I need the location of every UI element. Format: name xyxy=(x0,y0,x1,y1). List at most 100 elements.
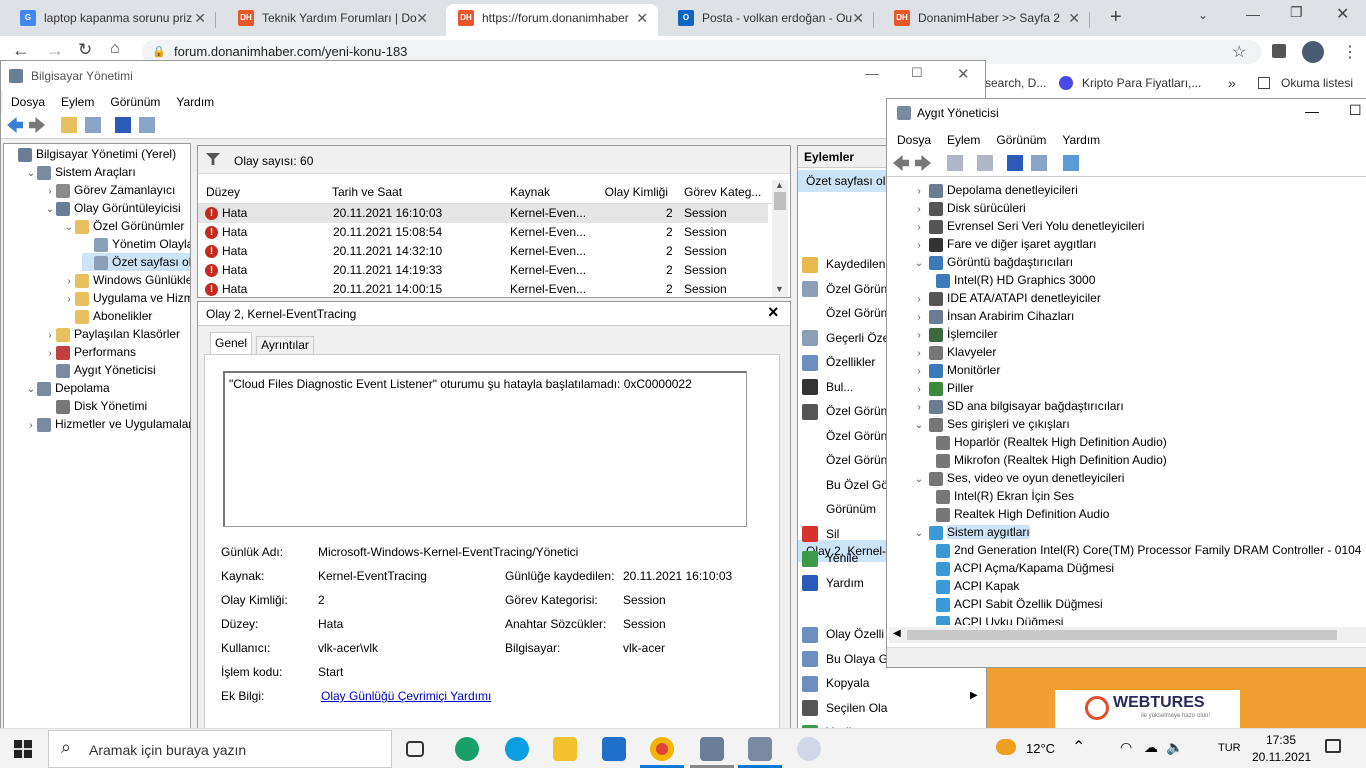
paint-icon[interactable] xyxy=(797,737,821,761)
back-icon[interactable]: ← xyxy=(12,40,30,61)
tree-item[interactable]: ⌄ Sistem Araçları xyxy=(25,163,136,181)
minimize-button[interactable]: — xyxy=(865,65,879,81)
show-hide-tree-icon[interactable] xyxy=(947,155,963,171)
table-row[interactable]: ! Hata 20.11.2021 14:32:10 Kernel-Even... 2 S… xyxy=(198,242,768,261)
minimize-button[interactable]: — xyxy=(1305,103,1319,119)
tree-item[interactable]: › Uygulama ve Hizme xyxy=(63,289,190,307)
task-view-icon[interactable] xyxy=(406,741,424,757)
device-tree-item[interactable]: › Klavyeler xyxy=(913,343,996,361)
device-tree-item[interactable]: ⌄ Görüntü bağdaştırıcıları xyxy=(913,253,1073,271)
network-icon[interactable]: ◠ xyxy=(1120,739,1132,756)
tree-item[interactable]: ⌄ Olay Görüntüleyicisi xyxy=(44,199,181,217)
restore-browser-button[interactable]: ❐ xyxy=(1290,4,1303,21)
action-item[interactable]: Seçilen Ola xyxy=(802,696,887,720)
menu-item[interactable]: Dosya xyxy=(889,129,939,151)
mail-icon[interactable] xyxy=(602,737,626,761)
close-browser-button[interactable]: ✕ xyxy=(1336,4,1349,24)
browser-tab[interactable]: Glaptop kapanma sorunu priz ✕ xyxy=(8,4,216,36)
chevron-down-icon[interactable]: ⌄ xyxy=(25,165,37,183)
device-tree-item[interactable]: ⌄ Sistem aygıtları xyxy=(913,523,1030,541)
bookmark-item[interactable]: Kripto Para Fiyatları,... xyxy=(1082,68,1201,98)
scroll-down-icon[interactable]: ▼ xyxy=(775,284,784,294)
action-item[interactable]: Kaydedilen xyxy=(802,252,885,276)
show-hide-action-icon[interactable] xyxy=(1031,155,1047,171)
event-list-scrollbar[interactable]: ▲ ▼ xyxy=(772,180,788,297)
table-row[interactable]: ! Hata 20.11.2021 16:10:03 Kernel-Even... 2 S… xyxy=(198,204,768,223)
menu-item[interactable]: Eylem xyxy=(939,129,988,151)
back-icon[interactable] xyxy=(7,117,23,133)
device-tree-item[interactable]: › SD ana bilgisayar bağdaştırıcıları xyxy=(913,397,1124,415)
column-header[interactable]: Tarih ve Saat xyxy=(332,185,402,199)
scroll-left-icon[interactable]: ◀ xyxy=(893,628,901,639)
device-tree-item[interactable]: ACPI Kapak xyxy=(932,577,1019,595)
menu-item[interactable]: Görünüm xyxy=(988,129,1054,151)
device-tree-item[interactable]: › Disk sürücüleri xyxy=(913,199,1026,217)
action-item[interactable]: Özellikler xyxy=(802,350,875,374)
close-button[interactable]: ✕ xyxy=(957,65,970,83)
device-tree-item[interactable]: Realtek High Definition Audio xyxy=(932,505,1109,523)
browser-tab[interactable]: DH Teknik Yardım Forumları | Do ✕ xyxy=(226,4,438,36)
column-header[interactable]: Düzey xyxy=(206,185,240,199)
weather-temp[interactable]: 12°C xyxy=(1026,741,1055,756)
device-tree-item[interactable]: ACPI Sabit Özellik Düğmesi xyxy=(932,595,1103,613)
start-windows-icon[interactable] xyxy=(14,740,32,758)
tree-item[interactable]: ⌄ Özel Görünümler xyxy=(63,217,184,235)
chevron-down-icon[interactable]: ⌄ xyxy=(44,201,56,219)
scroll-thumb[interactable] xyxy=(907,630,1337,640)
show-hide-tree-icon[interactable] xyxy=(85,117,101,133)
menu-item[interactable]: Dosya xyxy=(3,91,53,113)
browser-tab[interactable]: DH https://forum.donanimhaber ✕ xyxy=(446,4,658,36)
chevron-down-icon[interactable]: ⌄ xyxy=(913,471,925,489)
tree-item[interactable]: Bilgisayar Yönetimi (Yerel) xyxy=(6,145,176,163)
action-item[interactable]: Yardım xyxy=(802,571,864,595)
device-tree-item[interactable]: › İnsan Arabirim Cihazları xyxy=(913,307,1074,325)
table-row[interactable]: ! Hata 20.11.2021 15:08:54 Kernel-Even... 2 S… xyxy=(198,223,768,242)
onedrive-icon[interactable]: ☁ xyxy=(1144,739,1158,756)
table-row[interactable]: ! Hata 20.11.2021 14:00:15 Kernel-Even... 2 S… xyxy=(198,280,768,297)
action-item[interactable]: Bu Olaya G xyxy=(802,647,888,671)
chevron-down-icon[interactable]: ⌄ xyxy=(913,255,925,273)
file-explorer-icon[interactable] xyxy=(553,737,577,761)
reading-list-button[interactable]: Okuma listesi xyxy=(1281,68,1353,98)
show-hidden-icons[interactable]: ⌃ xyxy=(1072,737,1085,757)
tab-ayrintilar[interactable]: Ayrıntılar xyxy=(256,336,314,354)
action-item[interactable]: Geçerli Öze xyxy=(802,326,889,350)
clock-date[interactable]: 20.11.2021 xyxy=(1252,750,1311,764)
close-detail-button[interactable]: × xyxy=(768,302,779,323)
device-tree-item[interactable]: ACPI Açma/Kapama Düğmesi xyxy=(932,559,1114,577)
tab-search-icon[interactable]: ⌄ xyxy=(1198,8,1208,22)
tree-item[interactable]: Abonelikler xyxy=(63,307,152,325)
event-message-box[interactable]: "Cloud Files Diagnostic Event Listener" … xyxy=(223,371,747,527)
device-tree-item[interactable]: 2nd Generation Intel(R) Core(TM) Process… xyxy=(932,541,1361,559)
action-item[interactable]: Bu Özel Gö xyxy=(802,473,888,497)
menu-item[interactable]: Yardım xyxy=(1054,129,1108,151)
maximize-button[interactable]: ☐ xyxy=(911,65,923,81)
device-tree-item[interactable]: ACPI Uyku Düğmesi xyxy=(932,613,1063,625)
tree-item[interactable]: › Paylaşılan Klasörler xyxy=(44,325,180,343)
device-tree-item[interactable]: ⌄ Ses girişleri ve çıkışları xyxy=(913,415,1070,433)
device-manager-icon[interactable] xyxy=(748,737,772,761)
chevron-down-icon[interactable]: ⌄ xyxy=(63,219,75,237)
profile-avatar[interactable] xyxy=(1302,41,1324,63)
action-item[interactable]: Özel Görün xyxy=(802,301,887,325)
device-tree-item[interactable]: › Depolama denetleyicileri xyxy=(913,183,1078,199)
menu-item[interactable]: Görünüm xyxy=(102,91,168,113)
back-icon[interactable] xyxy=(893,155,909,171)
ad-banner[interactable]: WEBTURES ile yükselmeye hazır olun! xyxy=(985,668,1366,728)
horizontal-scrollbar[interactable]: ◀ xyxy=(889,627,1366,643)
device-tree-item[interactable]: › Piller xyxy=(913,379,974,397)
notifications-icon[interactable] xyxy=(1325,739,1341,753)
tree-item[interactable]: › Windows Günlükleri xyxy=(63,271,190,289)
action-item[interactable]: Bul... xyxy=(802,375,853,399)
up-folder-icon[interactable] xyxy=(61,117,77,133)
menu-item[interactable]: Yardım xyxy=(168,91,222,113)
action-item[interactable]: Özel Görün xyxy=(802,277,887,301)
action-item[interactable]: Kopyala xyxy=(802,671,869,695)
properties-icon[interactable] xyxy=(977,155,993,171)
tree-item[interactable]: Disk Yönetimi xyxy=(44,397,147,415)
scroll-up-icon[interactable]: ▲ xyxy=(775,180,784,190)
tree-item[interactable]: › Görev Zamanlayıcı xyxy=(44,181,175,199)
reload-icon[interactable]: ↻ xyxy=(78,40,92,60)
close-tab-icon[interactable]: ✕ xyxy=(852,4,864,32)
device-tree-item[interactable]: Hoparlör (Realtek High Definition Audio) xyxy=(932,433,1167,451)
